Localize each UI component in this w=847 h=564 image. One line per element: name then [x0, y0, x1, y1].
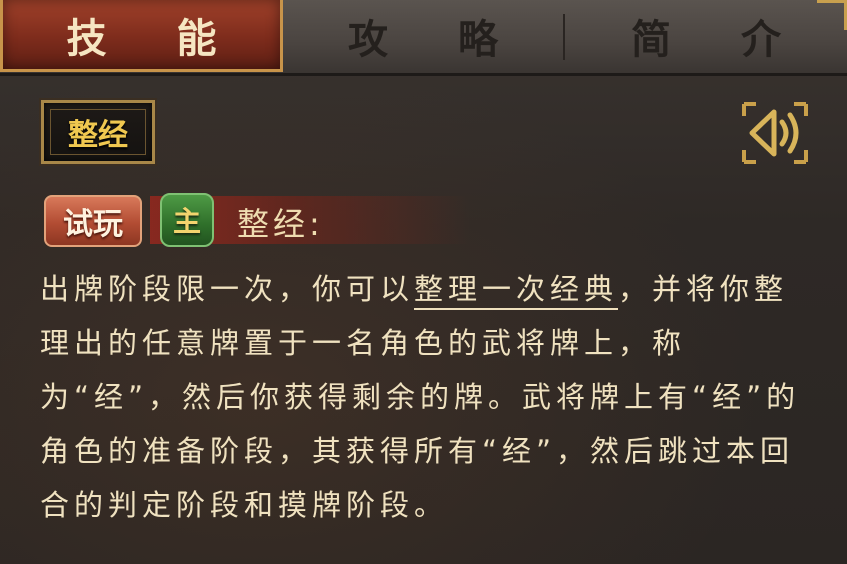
skill-name-label: 整经 [50, 109, 146, 155]
corner-ornament [817, 0, 847, 30]
try-button[interactable]: 试玩 [44, 195, 142, 247]
lord-skill-badge: 主 [160, 193, 214, 247]
skill-panel: 技 能 攻 略 简 介 整经 试玩 主 整经: 出牌阶段限一次，你可以整理一次经… [0, 0, 847, 564]
speaker-icon[interactable] [738, 98, 812, 168]
tab-skills[interactable]: 技 能 [0, 0, 283, 72]
tab-strategy[interactable]: 攻 略 [283, 0, 563, 72]
keyword-link[interactable]: 整理一次经典 [414, 272, 619, 310]
skill-name-badge[interactable]: 整经 [41, 100, 155, 164]
description-pre: 出牌阶段限一次，你可以 [40, 272, 415, 306]
tab-introduction[interactable]: 简 介 [565, 0, 847, 72]
skill-description: 出牌阶段限一次，你可以整理一次经典，并将你整理出的任意牌置于一名角色的武将牌上，… [40, 262, 820, 532]
skill-title: 整经: [237, 205, 324, 243]
tab-bar: 技 能 攻 略 简 介 [0, 0, 847, 76]
